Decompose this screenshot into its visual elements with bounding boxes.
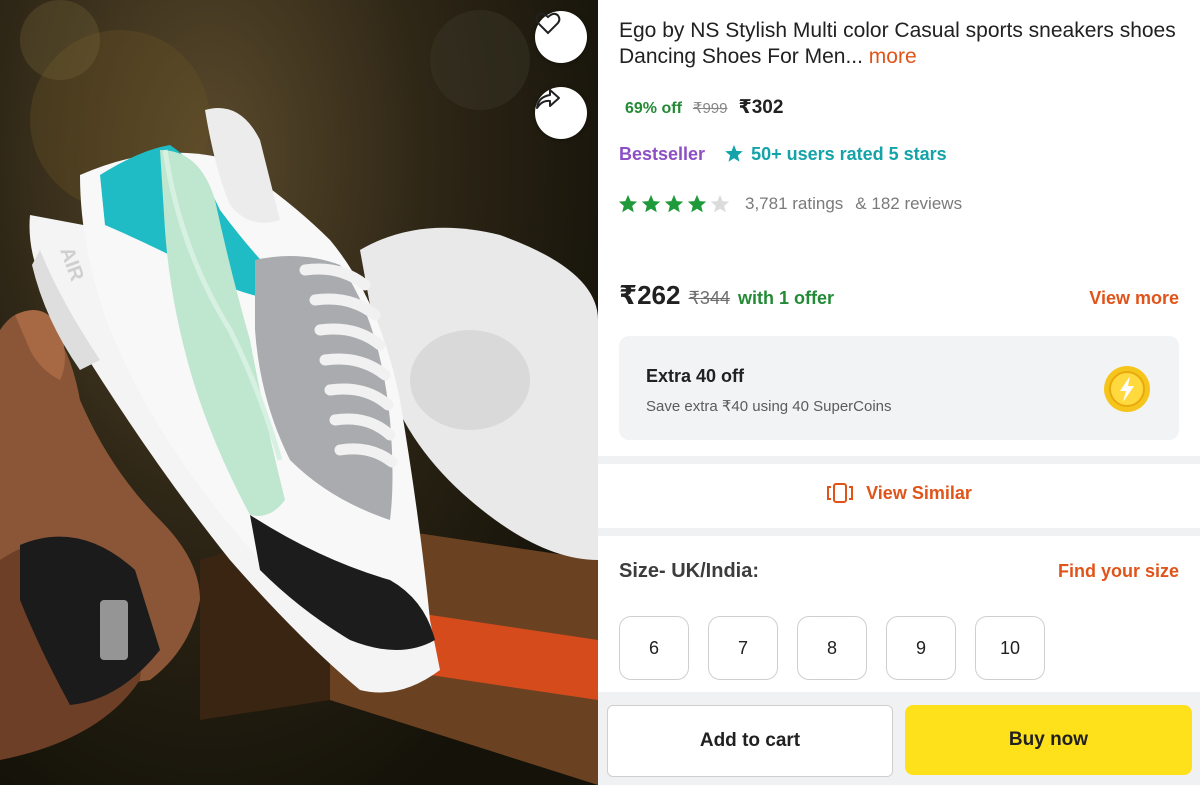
wishlist-button[interactable] (535, 11, 587, 63)
add-to-cart-button[interactable]: Add to cart (607, 705, 893, 777)
share-button[interactable] (535, 87, 587, 139)
rating-row[interactable]: 3,781 ratings & 182 reviews (617, 193, 962, 215)
view-similar-button[interactable]: View Similar (598, 464, 1200, 522)
star-filled-icon (664, 194, 684, 213)
supercoins-title: Extra 40 off (646, 366, 745, 386)
size-option[interactable]: 10 (975, 616, 1045, 680)
selling-price: ₹302 (738, 97, 784, 118)
star-filled-icon (618, 194, 638, 213)
star-empty-icon (710, 194, 730, 213)
size-option[interactable]: 7 (708, 616, 778, 680)
bottom-action-bar: Add to cart Buy now (598, 692, 1200, 785)
view-similar-label: View Similar (866, 482, 972, 503)
badge-row: Bestseller 50+ users rated 5 stars (619, 143, 947, 165)
bestseller-badge: Bestseller (619, 143, 706, 164)
product-image[interactable]: AIR (0, 0, 598, 785)
product-title[interactable]: Ego by NS Stylish Multi color Casual spo… (619, 18, 1179, 70)
star-rating (617, 193, 731, 215)
section-divider (598, 456, 1200, 464)
heart-icon (535, 12, 561, 35)
size-header: Size- UK/India: Find your size (619, 560, 1179, 583)
star-filled-icon (641, 194, 661, 213)
more-link[interactable]: more (869, 45, 917, 68)
price-row: 69% off ₹999 ₹302 (625, 96, 783, 119)
size-option[interactable]: 6 (619, 616, 689, 680)
discount-percent: 69% off (625, 100, 682, 117)
size-option[interactable]: 8 (797, 616, 867, 680)
rated-star-icon (723, 143, 745, 165)
size-options: 6 7 8 9 10 (619, 616, 1045, 680)
supercoin-icon (1104, 366, 1150, 412)
share-icon (536, 89, 560, 109)
offer-row: ₹262 ₹344 with 1 offer View more (619, 280, 1179, 311)
offer-text: with 1 offer (737, 288, 834, 308)
size-option[interactable]: 9 (886, 616, 956, 680)
sneaker-photo-illustration: AIR (0, 0, 598, 785)
mrp-price: ₹999 (692, 100, 728, 117)
find-your-size-link[interactable]: Find your size (1058, 561, 1179, 582)
rated-badge-text: 50+ users rated 5 stars (751, 143, 947, 164)
size-label: Size- UK/India: (619, 560, 760, 582)
view-similar-icon (827, 483, 854, 503)
product-details-panel: Ego by NS Stylish Multi color Casual spo… (598, 0, 1200, 785)
reviews-count: & 182 reviews (855, 194, 963, 213)
ratings-count: 3,781 ratings (745, 194, 844, 213)
offer-final-price: ₹262 (619, 280, 681, 310)
section-divider (598, 528, 1200, 536)
star-filled-icon (687, 194, 707, 213)
supercoins-subtitle: Save extra ₹40 using 40 SuperCoins (646, 398, 892, 415)
view-more-link[interactable]: View more (1089, 288, 1179, 309)
buy-now-button[interactable]: Buy now (905, 705, 1192, 775)
offer-strike-price: ₹344 (688, 288, 730, 308)
supercoins-card[interactable]: Extra 40 off Save extra ₹40 using 40 Sup… (619, 336, 1179, 440)
